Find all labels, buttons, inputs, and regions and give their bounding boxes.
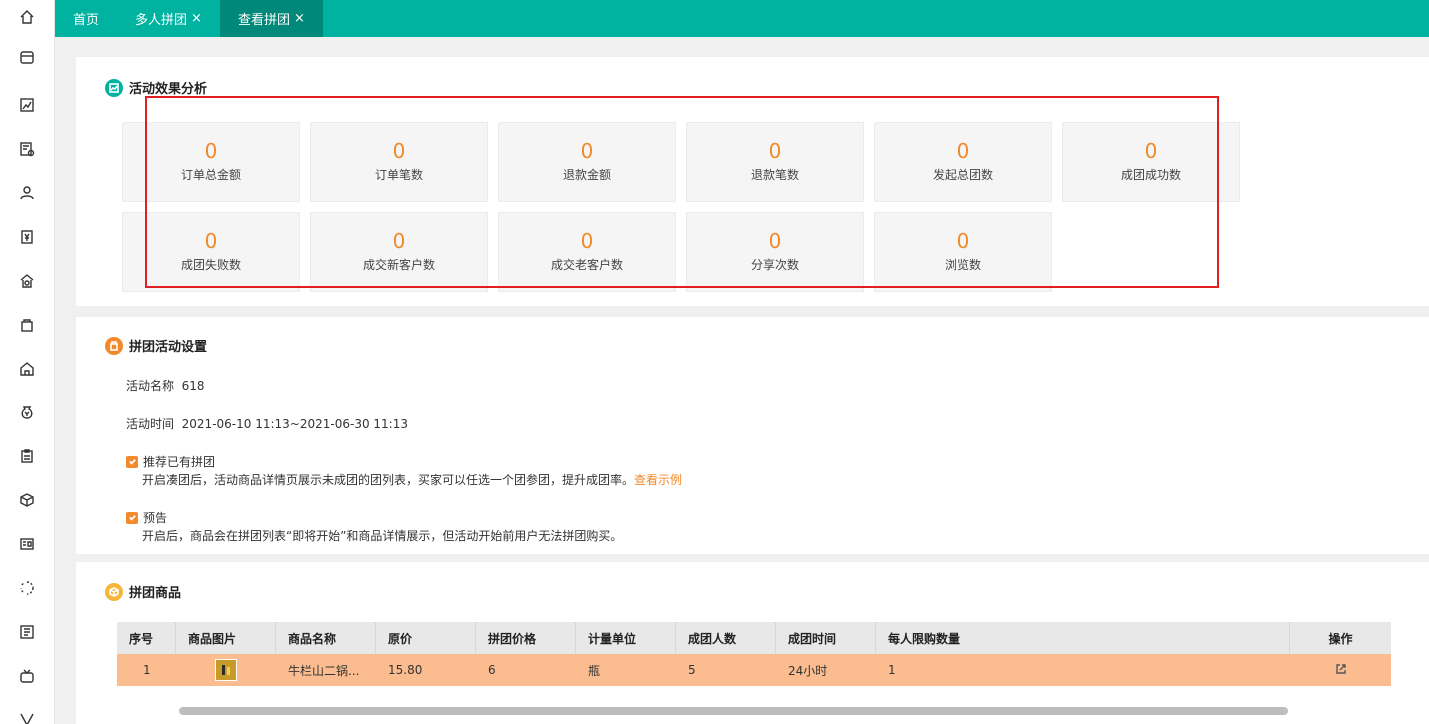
settings-title: 拼团活动设置 bbox=[105, 336, 207, 355]
goods-table: 序号 商品图片 商品名称 原价 拼团价格 计量单位 成团人数 成团时间 每人限购… bbox=[117, 622, 1391, 686]
cell-image bbox=[176, 654, 276, 686]
view-example-link[interactable]: 查看示例 bbox=[634, 473, 682, 487]
shop-icon[interactable] bbox=[18, 272, 36, 290]
box-icon bbox=[105, 582, 123, 601]
col-header: 商品图片 bbox=[176, 622, 276, 654]
option-label: 预告 bbox=[143, 511, 168, 525]
option-desc-text: 开启后，商品会在拼团列表“即将开始”和商品详情展示，但活动开始前用户无法拼团购买… bbox=[142, 529, 623, 543]
cell-group-size: 5 bbox=[688, 663, 696, 677]
finance-icon[interactable] bbox=[18, 228, 36, 246]
section-title: 拼团活动设置 bbox=[129, 340, 208, 355]
bag-icon bbox=[105, 336, 123, 355]
table-row[interactable]: 1 牛栏山二锅... 15.80 6 瓶 5 24小时 1 bbox=[117, 654, 1391, 686]
report-icon[interactable] bbox=[18, 96, 36, 114]
option-preview[interactable]: 预告 bbox=[126, 509, 167, 526]
checkbox-checked-icon[interactable] bbox=[126, 511, 138, 524]
option-recommend[interactable]: 推荐已有拼团 bbox=[126, 453, 215, 470]
section-title: 拼团商品 bbox=[129, 586, 182, 601]
id-card-icon[interactable] bbox=[18, 535, 36, 553]
option-desc: 开启凑团后，活动商品详情页展示未成团的团列表，买家可以任选一个团参团，提升成团率… bbox=[142, 471, 682, 488]
chart-icon bbox=[105, 78, 123, 97]
tab-label: 多人拼团 bbox=[135, 13, 188, 28]
activity-name-label: 活动名称 bbox=[126, 379, 175, 393]
cell-unit: 瓶 bbox=[588, 663, 601, 678]
vip-icon[interactable] bbox=[18, 710, 36, 724]
cell-price: 15.80 bbox=[388, 663, 423, 677]
cell-group-time: 24小时 bbox=[788, 663, 828, 678]
col-header: 每人限购数量 bbox=[876, 622, 1290, 654]
cell-index: 1 bbox=[143, 663, 151, 677]
store-icon[interactable] bbox=[18, 48, 36, 66]
col-header: 原价 bbox=[376, 622, 476, 654]
option-label: 推荐已有拼团 bbox=[143, 455, 216, 469]
activity-time-value: 2021-06-10 11:13~2021-06-30 11:13 bbox=[181, 417, 408, 431]
product-thumbnail[interactable] bbox=[215, 659, 237, 681]
edit-icon[interactable] bbox=[1335, 663, 1347, 678]
cube-icon[interactable] bbox=[18, 491, 36, 509]
goods-title: 拼团商品 bbox=[105, 582, 181, 601]
cell-name: 牛栏山二锅... bbox=[288, 663, 360, 678]
tab-bar: 首页 多人拼团 × 查看拼团 × bbox=[55, 0, 1429, 37]
activity-name: 活动名称 618 bbox=[126, 377, 205, 394]
home-icon[interactable] bbox=[18, 8, 36, 26]
horizontal-scrollbar[interactable] bbox=[179, 707, 1288, 715]
tv-icon[interactable] bbox=[18, 667, 36, 685]
tab-label: 查看拼团 bbox=[237, 13, 290, 28]
activity-time-label: 活动时间 bbox=[126, 417, 175, 431]
col-header: 序号 bbox=[117, 622, 176, 654]
tab-label: 首页 bbox=[73, 13, 100, 28]
col-header: 商品名称 bbox=[276, 622, 376, 654]
section-title: 活动效果分析 bbox=[129, 82, 208, 97]
money-bag-icon[interactable] bbox=[18, 403, 36, 421]
user-icon[interactable] bbox=[18, 184, 36, 202]
clipboard-icon[interactable] bbox=[18, 447, 36, 465]
news-icon[interactable] bbox=[18, 623, 36, 641]
cell-limit: 1 bbox=[888, 663, 896, 677]
order-icon[interactable] bbox=[18, 140, 36, 158]
close-icon[interactable]: × bbox=[191, 11, 202, 26]
option-desc-text: 开启凑团后，活动商品详情页展示未成团的团列表，买家可以任选一个团参团，提升成团率… bbox=[142, 473, 635, 487]
tab-group-buy[interactable]: 多人拼团 × bbox=[117, 0, 220, 37]
warehouse-icon[interactable] bbox=[18, 360, 36, 378]
analysis-title: 活动效果分析 bbox=[105, 78, 207, 97]
sidebar bbox=[0, 0, 55, 724]
cell-action bbox=[1290, 654, 1391, 686]
settings-panel: 拼团活动设置 活动名称 618 活动时间 2021-06-10 11:13~20… bbox=[76, 317, 1429, 554]
option-desc: 开启后，商品会在拼团列表“即将开始”和商品详情展示，但活动开始前用户无法拼团购买… bbox=[142, 527, 622, 544]
table-header: 序号 商品图片 商品名称 原价 拼团价格 计量单位 成团人数 成团时间 每人限购… bbox=[117, 622, 1391, 654]
activity-time: 活动时间 2021-06-10 11:13~2021-06-30 11:13 bbox=[126, 415, 408, 432]
bag-icon[interactable] bbox=[18, 316, 36, 334]
col-header: 成团时间 bbox=[776, 622, 876, 654]
cell-group-price: 6 bbox=[488, 663, 496, 677]
highlight-box bbox=[145, 96, 1219, 288]
checkbox-checked-icon[interactable] bbox=[126, 455, 138, 468]
tab-view-group[interactable]: 查看拼团 × bbox=[219, 0, 323, 37]
col-header: 计量单位 bbox=[576, 622, 676, 654]
activity-name-value: 618 bbox=[181, 379, 205, 393]
col-header: 操作 bbox=[1328, 631, 1353, 646]
loading-icon[interactable] bbox=[18, 579, 36, 597]
close-icon[interactable]: × bbox=[294, 11, 305, 26]
tab-home[interactable]: 首页 bbox=[55, 0, 117, 37]
col-header: 成团人数 bbox=[676, 622, 776, 654]
col-header: 拼团价格 bbox=[476, 622, 576, 654]
